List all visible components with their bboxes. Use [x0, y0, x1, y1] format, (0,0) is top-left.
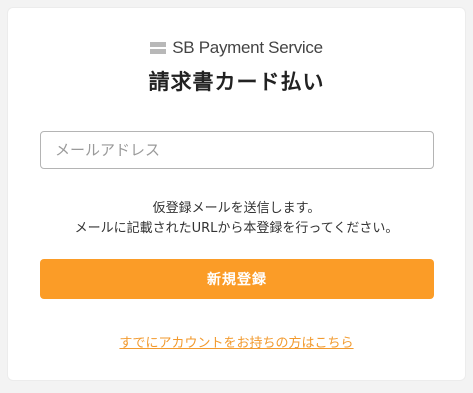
brand-logo: SB Payment Service	[8, 38, 465, 58]
notice-line-2: メールに記載されたURLから本登録を行ってください。	[74, 221, 399, 236]
existing-account-link[interactable]: すでにアカウントをお持ちの方はこちら	[8, 332, 465, 351]
register-button[interactable]: 新規登録	[40, 259, 434, 299]
notice-line-1: 仮登録メールを送信します。	[152, 201, 321, 216]
brand-stripes-icon	[150, 42, 167, 54]
brand-name: SB Payment Service	[172, 38, 323, 57]
page-title: 請求書カード払い	[148, 70, 325, 94]
registration-card: SB Payment Service 請求書カード払い 仮登録メールを送信します…	[7, 7, 466, 381]
email-field[interactable]	[40, 131, 434, 169]
notice-text: 仮登録メールを送信します。 メールに記載されたURLから本登録を行ってください。	[8, 199, 465, 239]
